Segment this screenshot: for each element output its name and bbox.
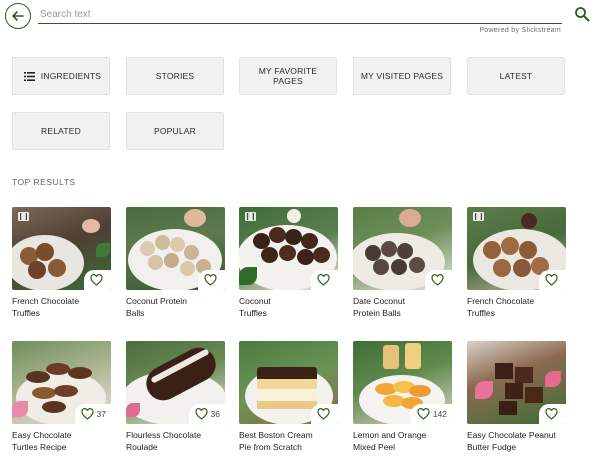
search-bar: Powered by Slickstream xyxy=(0,0,600,40)
like-count: 142 xyxy=(432,409,447,419)
result-title[interactable]: Date Coconut Protein Balls xyxy=(353,295,423,319)
heart-icon xyxy=(194,408,208,420)
heart-icon xyxy=(317,274,330,286)
category-label: MY FAVORITE PAGES xyxy=(258,66,318,86)
result-card[interactable]: French Chocolate Truffles xyxy=(467,207,566,319)
result-thumbnail xyxy=(12,207,111,290)
category-label: POPULAR xyxy=(153,126,197,136)
result-thumbnail xyxy=(239,341,338,424)
favorite-button[interactable] xyxy=(84,270,111,290)
result-card[interactable]: 37 Easy Chocolate Turtles Recipe xyxy=(12,341,111,453)
result-thumbnail xyxy=(467,341,566,424)
result-card[interactable]: 142 Lemon and Orange Mixed Peel xyxy=(353,341,452,453)
video-icon xyxy=(245,212,256,221)
top-results-heading: TOP RESULTS xyxy=(12,177,76,187)
result-title[interactable]: French Chocolate Truffles xyxy=(467,295,547,319)
heart-icon xyxy=(317,408,330,420)
category-label: RELATED xyxy=(41,126,81,136)
category-ingredients-button[interactable]: INGREDIENTS xyxy=(12,57,110,95)
result-thumbnail xyxy=(126,207,225,290)
like-count: 37 xyxy=(96,409,106,419)
result-title[interactable]: Coconut Truffles xyxy=(239,295,299,319)
heart-icon xyxy=(545,408,558,420)
video-icon xyxy=(18,212,29,221)
category-label: MY VISITED PAGES xyxy=(360,71,444,81)
result-title[interactable]: Easy Chocolate Turtles Recipe xyxy=(12,429,97,453)
result-title[interactable]: Lemon and Orange Mixed Peel xyxy=(353,429,447,453)
heart-icon xyxy=(545,274,558,286)
result-thumbnail xyxy=(239,207,338,290)
category-label: LATEST xyxy=(499,71,533,81)
heart-icon xyxy=(417,408,430,420)
result-thumbnail xyxy=(353,207,452,290)
result-card[interactable]: Coconut Protein Balls xyxy=(126,207,225,319)
heart-icon xyxy=(204,274,217,286)
search-input[interactable] xyxy=(38,6,562,24)
favorite-button[interactable] xyxy=(539,404,566,424)
result-title[interactable]: Best Boston Cream Pie from Scratch xyxy=(239,429,317,453)
heart-icon xyxy=(90,274,103,286)
favorite-button[interactable] xyxy=(311,270,338,290)
category-my-favorite-pages-button[interactable]: MY FAVORITE PAGES xyxy=(239,57,337,95)
result-thumbnail: 142 xyxy=(353,341,452,424)
favorite-button[interactable]: 36 xyxy=(188,404,225,424)
arrow-left-icon xyxy=(12,11,24,21)
result-title[interactable]: Flourless Chocolate Roulade xyxy=(126,429,211,453)
category-popular-button[interactable]: POPULAR xyxy=(126,112,224,150)
result-card[interactable]: 36 Flourless Chocolate Roulade xyxy=(126,341,225,453)
video-icon xyxy=(473,212,484,221)
heart-icon xyxy=(80,408,94,420)
favorite-button[interactable] xyxy=(425,270,452,290)
result-title[interactable]: Coconut Protein Balls xyxy=(126,295,196,319)
favorite-button[interactable]: 37 xyxy=(74,404,111,424)
category-label: STORIES xyxy=(155,71,195,81)
category-latest-button[interactable]: LATEST xyxy=(467,57,565,95)
result-card[interactable]: Easy Chocolate Peanut Butter Fudge xyxy=(467,341,566,453)
category-related-button[interactable]: RELATED xyxy=(12,112,110,150)
favorite-button[interactable] xyxy=(311,404,338,424)
powered-by-label: Powered by Slickstream xyxy=(479,27,561,34)
result-card[interactable]: Coconut Truffles xyxy=(239,207,338,319)
category-my-visited-pages-button[interactable]: MY VISITED PAGES xyxy=(353,57,451,95)
favorite-button[interactable]: 142 xyxy=(410,404,452,424)
result-thumbnail: 37 xyxy=(12,341,111,424)
result-title[interactable]: French Chocolate Truffles xyxy=(12,295,92,319)
list-icon xyxy=(24,72,35,81)
result-thumbnail: 36 xyxy=(126,341,225,424)
result-card[interactable]: French Chocolate Truffles xyxy=(12,207,111,319)
result-card[interactable]: Best Boston Cream Pie from Scratch xyxy=(239,341,338,453)
like-count: 36 xyxy=(210,409,220,419)
result-title[interactable]: Easy Chocolate Peanut Butter Fudge xyxy=(467,429,566,453)
favorite-button[interactable] xyxy=(539,270,566,290)
category-stories-button[interactable]: STORIES xyxy=(126,57,224,95)
result-thumbnail xyxy=(467,207,566,290)
result-card[interactable]: Date Coconut Protein Balls xyxy=(353,207,452,319)
back-button[interactable] xyxy=(5,3,31,29)
favorite-button[interactable] xyxy=(198,270,225,290)
heart-icon xyxy=(431,274,444,286)
search-icon[interactable] xyxy=(574,6,590,22)
